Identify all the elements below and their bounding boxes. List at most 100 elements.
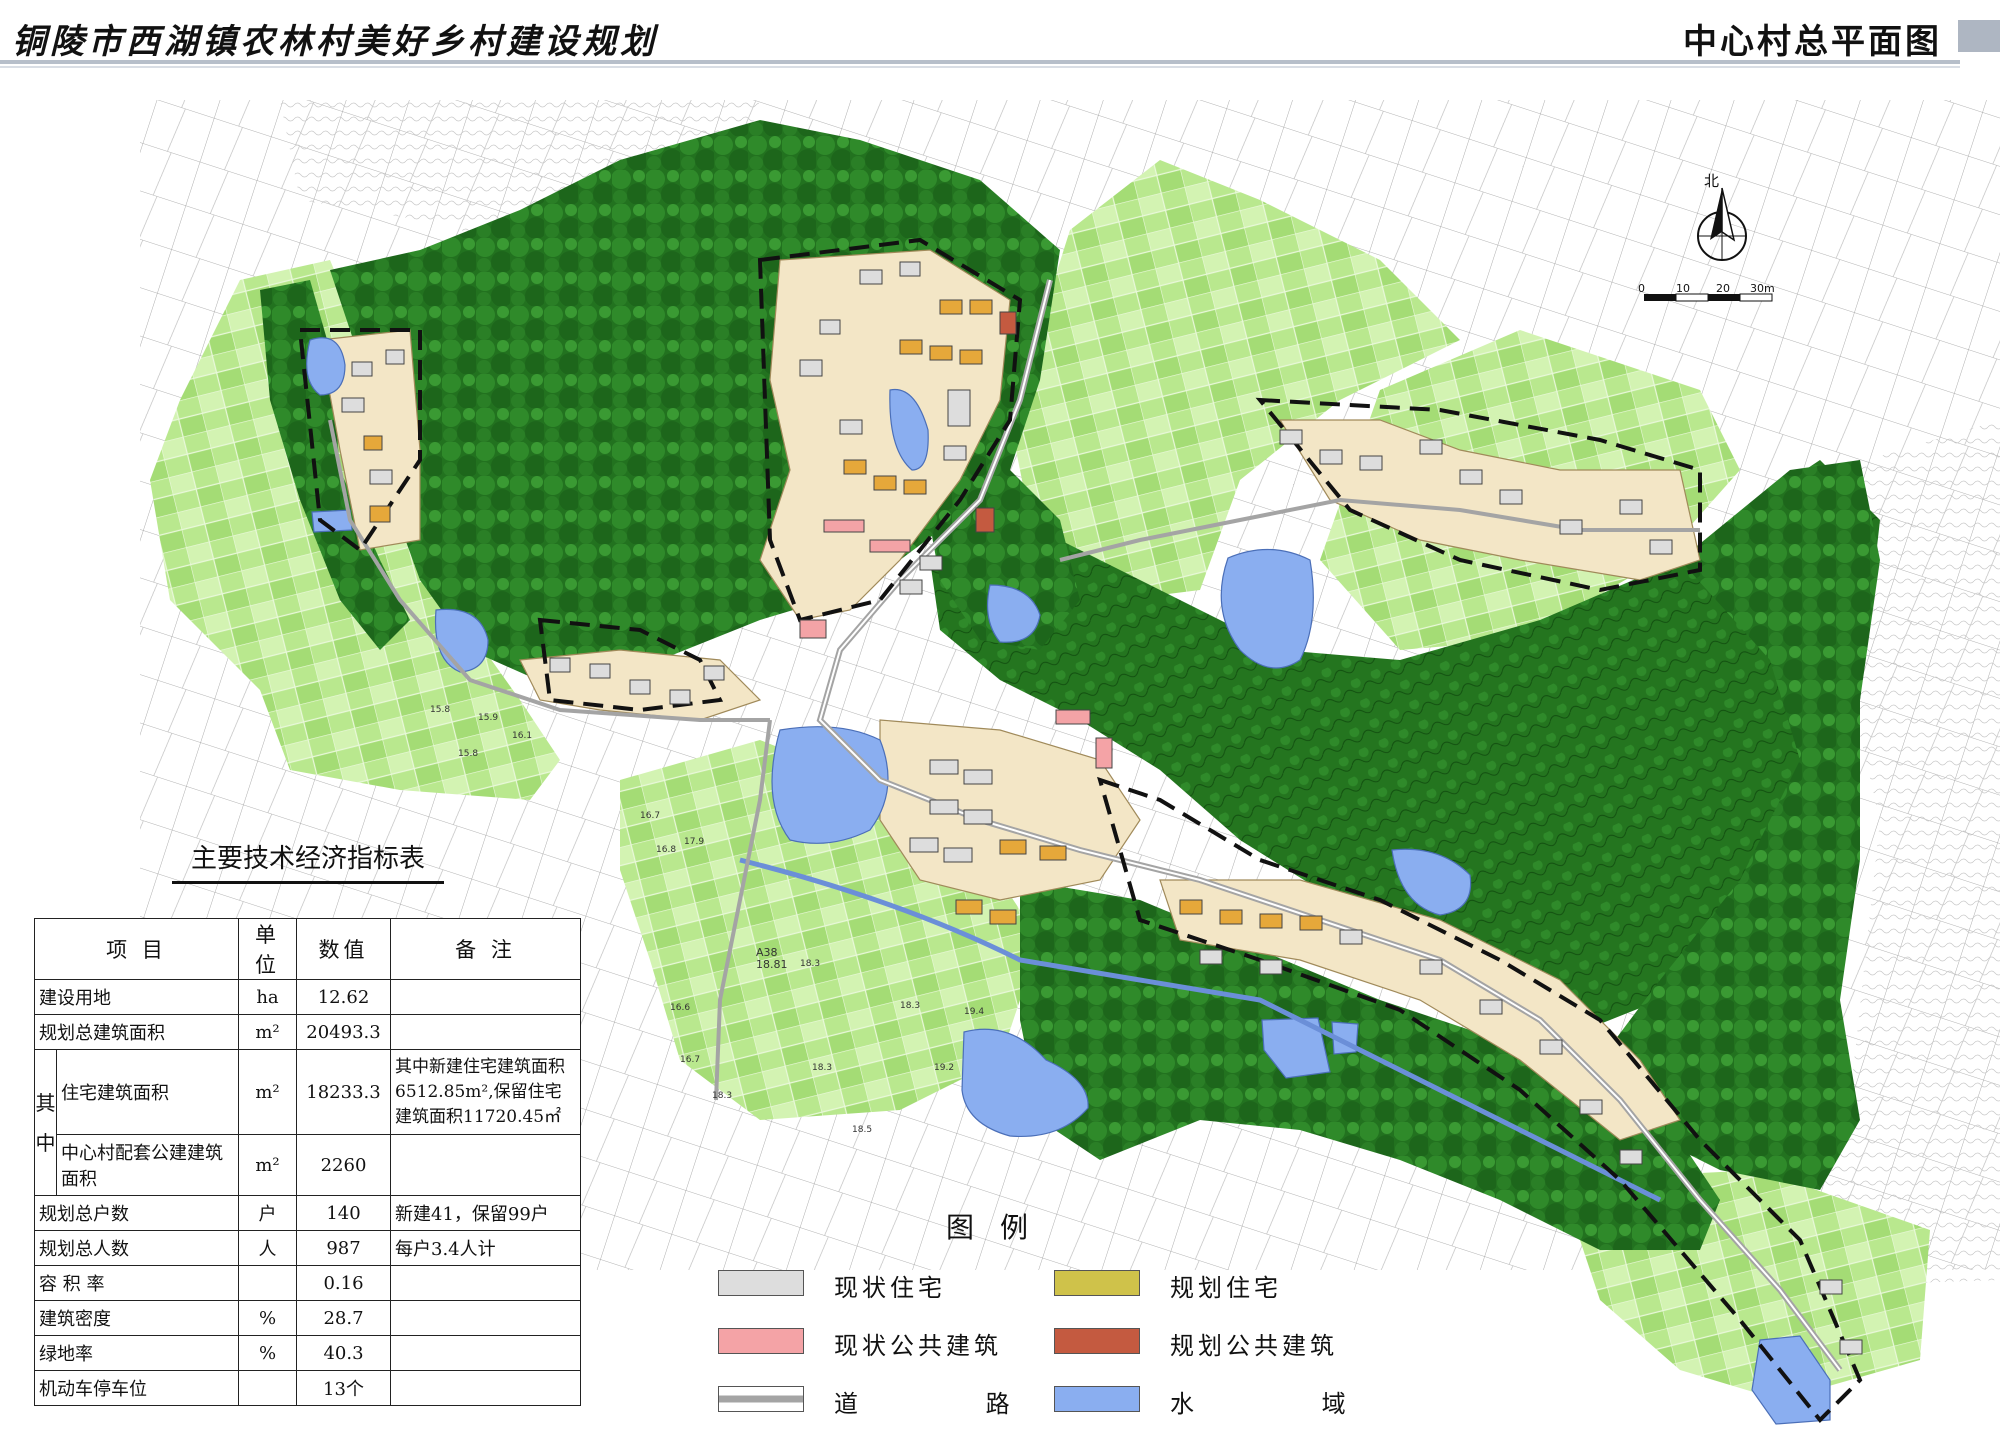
- spot-height: 16.7: [680, 1055, 700, 1065]
- group-label-bottom: 中: [35, 1130, 56, 1155]
- row-value: 987: [296, 1230, 391, 1266]
- tech-table-title: 主要技术经济指标表: [172, 838, 444, 884]
- row-item: 规划总建筑面积: [34, 1014, 239, 1050]
- row-item: 建设用地: [34, 979, 239, 1015]
- row-unit: m²: [238, 1134, 297, 1196]
- legend-title: 图例: [946, 1211, 1055, 1244]
- group-label-top: 其: [35, 1090, 56, 1115]
- row-item: 机动车停车位: [34, 1370, 239, 1406]
- spot-height: 18.3: [712, 1091, 732, 1101]
- table-row: 规划总人数 人 987 每户3.4人计: [34, 1230, 581, 1266]
- table-row: 建筑密度 % 28.7: [34, 1300, 581, 1336]
- group-label: 其 中: [34, 1049, 57, 1196]
- row-value: 13个: [296, 1370, 391, 1406]
- pond-northwest: [306, 337, 346, 396]
- row-unit: ha: [238, 979, 297, 1015]
- legend-swatch: [718, 1270, 804, 1296]
- row-value: 28.7: [296, 1300, 391, 1336]
- table-row: 容 积 率 0.16: [34, 1265, 581, 1301]
- table-row: 其 中 住宅建筑面积 m² 18233.3 其中新建住宅建筑面积6512.85m…: [34, 1049, 581, 1196]
- legend-swatch: [1054, 1328, 1140, 1354]
- spot-height: 19.2: [934, 1063, 954, 1073]
- row-note: [390, 1300, 581, 1336]
- tech-table-panel: 项 目 单位 数值 备 注 建设用地 ha 12.62 规划总建筑面积 m² 2…: [34, 918, 581, 1406]
- row-note: [390, 1335, 581, 1371]
- spot-height: 18.3: [800, 959, 820, 969]
- map-legend: 图例 现状住宅 规划住宅 现状公共建筑 规划公共建筑 道 路 水 域: [718, 1206, 1358, 1426]
- row-note: [390, 1134, 581, 1196]
- header-note: 备 注: [390, 918, 581, 980]
- row-item: 建筑密度: [34, 1300, 239, 1336]
- row-note: 其中新建住宅建筑面积6512.85m²,保留住宅建筑面积11720.45㎡: [390, 1049, 581, 1135]
- row-unit: [238, 1370, 297, 1406]
- table-row: 规划总户数 户 140 新建41，保留99户: [34, 1195, 581, 1231]
- row-unit: m²: [238, 1014, 297, 1050]
- spot-height: 15.9: [478, 713, 498, 723]
- row-item: 规划总户数: [34, 1195, 239, 1231]
- row-item: 住宅建筑面积: [56, 1049, 239, 1135]
- row-note: [390, 979, 581, 1015]
- spot-height: 16.1: [512, 731, 532, 741]
- table-row: 机动车停车位 13个: [34, 1370, 581, 1406]
- legend-label: 现状住宅: [834, 1274, 946, 1302]
- header-unit: 单位: [238, 918, 297, 980]
- north-label: 北: [1704, 172, 1719, 190]
- table-row: 绿地率 % 40.3: [34, 1335, 581, 1371]
- row-unit: [238, 1265, 297, 1301]
- header-rule: [0, 60, 1960, 64]
- header-item: 项 目: [34, 918, 239, 980]
- scale-tick: 0: [1638, 282, 1645, 295]
- road-code-value: 18.81: [756, 958, 788, 971]
- spot-height: 16.7: [640, 811, 660, 821]
- header-value: 数值: [296, 918, 391, 980]
- spot-height: 17.9: [684, 837, 704, 847]
- legend-label: 规划公共建筑: [1170, 1332, 1338, 1360]
- row-value: 40.3: [296, 1335, 391, 1371]
- spot-height: 18.5: [852, 1125, 872, 1135]
- legend-swatch: [1054, 1386, 1140, 1412]
- table-row: 规划总建筑面积 m² 20493.3: [34, 1014, 581, 1050]
- row-unit: 人: [238, 1230, 297, 1266]
- row-note: [390, 1370, 581, 1406]
- row-unit: 户: [238, 1195, 297, 1231]
- row-note: [390, 1014, 581, 1050]
- legend-swatch: [1054, 1270, 1140, 1296]
- plan-title: 铜陵市西湖镇农林村美好乡村建设规划: [12, 22, 658, 62]
- row-note: 新建41，保留99户: [390, 1195, 581, 1231]
- row-unit: m²: [238, 1049, 297, 1135]
- lake-central: [771, 726, 889, 844]
- row-value: 2260: [296, 1134, 391, 1196]
- table-header-row: 项 目 单位 数值 备 注: [34, 918, 581, 980]
- row-item: 规划总人数: [34, 1230, 239, 1266]
- spot-height: 19.4: [964, 1007, 984, 1017]
- row-unit: %: [238, 1335, 297, 1371]
- table-row: 建设用地 ha 12.62: [34, 979, 581, 1015]
- tech-indicator-table: 项 目 单位 数值 备 注 建设用地 ha 12.62 规划总建筑面积 m² 2…: [34, 918, 581, 1406]
- row-value: 18233.3: [296, 1049, 391, 1135]
- header-accent-block: [1958, 20, 2000, 52]
- drawing-title: 中心村总平面图: [1683, 22, 1942, 62]
- spot-height: 16.6: [670, 1003, 690, 1013]
- row-value: 12.62: [296, 979, 391, 1015]
- header-bar: 铜陵市西湖镇农林村美好乡村建设规划 中心村总平面图: [0, 0, 2000, 68]
- spot-height: 15.8: [430, 705, 450, 715]
- row-item: 容 积 率: [34, 1265, 239, 1301]
- legend-swatch: [718, 1386, 804, 1412]
- row-value: 0.16: [296, 1265, 391, 1301]
- row-unit: %: [238, 1300, 297, 1336]
- row-item: 绿地率: [34, 1335, 239, 1371]
- legend-label: 现状公共建筑: [834, 1332, 1002, 1360]
- spot-height: 16.8: [656, 845, 676, 855]
- scale-tick: 10: [1676, 282, 1690, 295]
- scale-tick: 30m: [1750, 282, 1775, 295]
- row-note: [390, 1265, 581, 1301]
- table-row: 中心村配套公建建筑面积 m² 2260: [35, 1134, 581, 1196]
- legend-label: 规划住宅: [1170, 1274, 1282, 1302]
- spot-height: 18.3: [900, 1001, 920, 1011]
- legend-swatch: [718, 1328, 804, 1354]
- scale-tick: 20: [1716, 282, 1730, 295]
- legend-label: 道 路: [834, 1390, 1070, 1418]
- spot-height: 15.8: [458, 749, 478, 759]
- legend-label: 水 域: [1170, 1390, 1406, 1418]
- row-value: 140: [296, 1195, 391, 1231]
